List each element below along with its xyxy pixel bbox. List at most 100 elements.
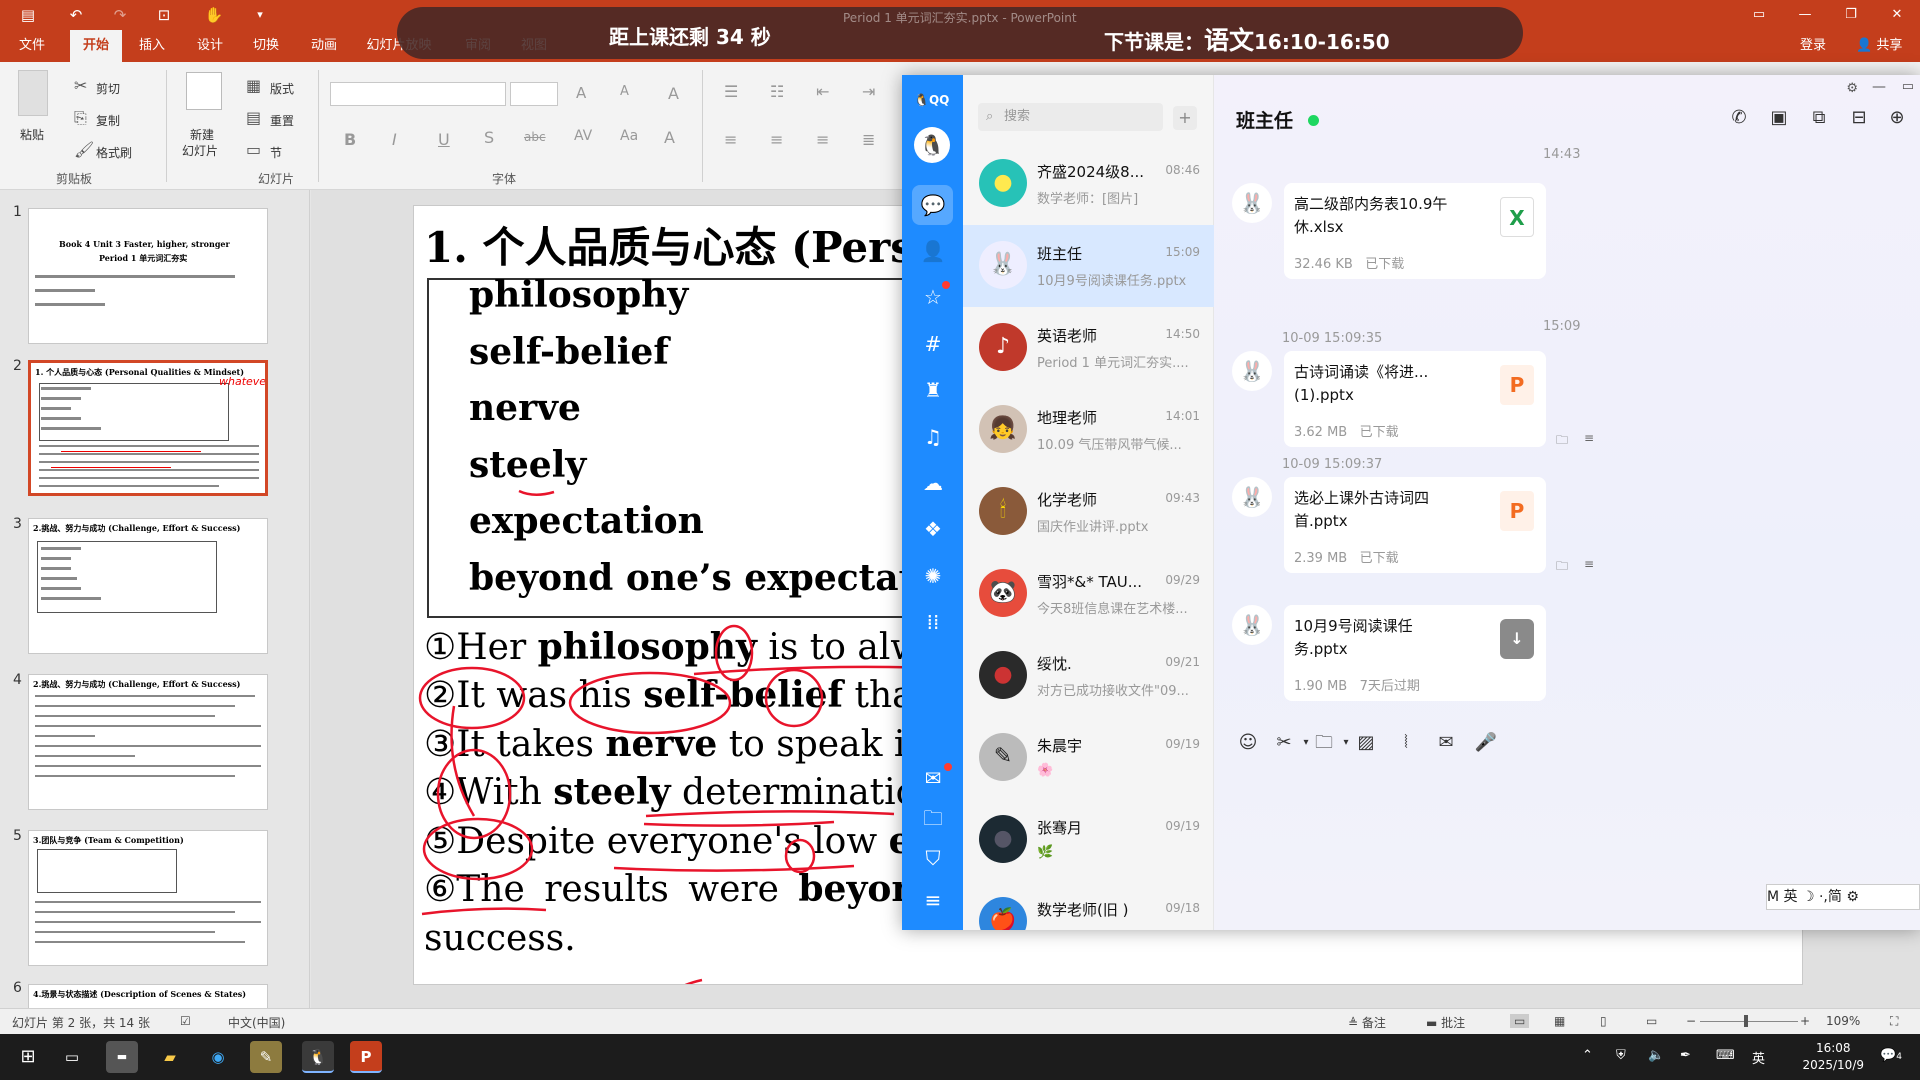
minimize-button[interactable]: — <box>1782 0 1828 30</box>
ribbon-display-icon[interactable]: ▭ <box>1736 0 1782 30</box>
slideshow-view-icon[interactable]: ▭ <box>1646 1014 1657 1028</box>
copy-button[interactable]: 复制 <box>96 112 120 129</box>
char-spacing-icon[interactable]: AV <box>574 128 592 144</box>
microphone-icon[interactable]: 🎤 <box>1474 731 1498 755</box>
sender-avatar[interactable]: 🐰 <box>1232 477 1272 517</box>
notification-icon[interactable]: 💬4 <box>1880 1048 1902 1063</box>
notes-button[interactable]: ≜ 备注 <box>1348 1014 1386 1031</box>
mail-icon[interactable]: ✉ <box>920 765 946 791</box>
font-size-box[interactable] <box>510 82 558 106</box>
add-member-icon[interactable]: ⊕ <box>1884 105 1910 131</box>
sender-avatar[interactable]: 🐰 <box>1232 351 1272 391</box>
download-icon[interactable]: ↓ <box>1500 619 1534 659</box>
conversation-item[interactable]: 🍎 数学老师(旧 ) 09/18 <box>963 881 1214 930</box>
open-folder-icon[interactable]: 🗀 <box>1556 557 1568 578</box>
shake-icon[interactable]: ⦚ <box>1394 731 1418 755</box>
powerpoint-taskbar-icon[interactable]: P <box>350 1041 382 1073</box>
close-button[interactable]: ✕ <box>1874 0 1920 30</box>
start-from-beginning-icon[interactable]: ⊡ <box>154 5 174 25</box>
change-case-icon[interactable]: Aa <box>620 128 638 144</box>
section-icon[interactable]: ▭ <box>246 140 261 159</box>
slide-thumbnail-1[interactable]: Book 4 Unit 3 Faster, higher, stronger P… <box>28 208 268 344</box>
pen-icon[interactable]: ✒ <box>1680 1048 1691 1063</box>
tab-animations[interactable]: 动画 <box>304 30 344 62</box>
draw-app-icon[interactable]: ✎ <box>250 1041 282 1073</box>
slide-sorter-icon[interactable]: ▦ <box>1554 1014 1565 1028</box>
security-icon[interactable]: ⛨ <box>1616 1048 1626 1063</box>
decrease-font-icon[interactable]: A <box>620 84 629 99</box>
file-message[interactable]: 古诗词诵读《将进...(1).pptx 3.62 MB 已下载 P <box>1284 351 1546 447</box>
file-explorer-icon[interactable]: ▰ <box>154 1041 186 1073</box>
reset-icon[interactable]: ▤ <box>246 108 261 127</box>
conversation-item[interactable]: ✎ 朱晨宇 09/19 🌸 <box>963 717 1214 799</box>
increase-indent-icon[interactable]: ⇥ <box>862 82 875 101</box>
zoom-out-button[interactable]: − <box>1686 1014 1696 1028</box>
touch-mode-icon[interactable]: ✋ <box>204 5 224 25</box>
voice-call-icon[interactable]: ✆ <box>1726 105 1752 131</box>
channels-icon[interactable]: # <box>920 331 946 357</box>
strikethrough-icon[interactable]: abc <box>524 130 546 144</box>
fit-slide-icon[interactable]: ⛶ <box>1890 1014 1898 1029</box>
cut-icon[interactable]: ✂ <box>74 76 87 95</box>
search-input[interactable]: ⌕ 搜索 <box>978 103 1163 131</box>
favorites-icon[interactable]: ☆ <box>920 284 946 310</box>
contacts-icon[interactable]: 👤 <box>920 238 946 264</box>
video-call-icon[interactable]: ▣ <box>1766 105 1792 131</box>
messages-icon[interactable]: 💬 <box>920 192 946 218</box>
zone-icon[interactable]: ✺ <box>920 563 946 589</box>
format-painter-icon[interactable]: 🖌 <box>74 140 94 159</box>
conversation-item[interactable]: ● 张骞月 09/19 🌿 <box>963 799 1214 881</box>
slide-thumbnail-6[interactable]: 4.场景与状态描述 (Description of Scenes & State… <box>28 984 268 1008</box>
sender-avatar[interactable]: 🐰 <box>1232 183 1272 223</box>
emoji-icon[interactable]: ☺ <box>1236 731 1260 755</box>
align-center-icon[interactable]: ≡ <box>770 130 783 149</box>
paste-label[interactable]: 粘贴 <box>20 126 44 143</box>
music-icon[interactable]: ♫ <box>920 424 946 450</box>
red-packet-icon[interactable]: ✉ <box>1434 731 1458 755</box>
numbering-icon[interactable]: ☷ <box>770 82 784 101</box>
restore-button[interactable]: ❐ <box>1828 0 1874 30</box>
file-message[interactable]: 10月9号阅读课任务.pptx 1.90 MB 7天后过期 ↓ <box>1284 605 1546 701</box>
layout-icon[interactable]: ▦ <box>246 76 261 95</box>
spell-check-icon[interactable]: ☑ <box>180 1014 191 1028</box>
reading-view-icon[interactable]: ▯ <box>1600 1014 1607 1028</box>
zoom-level[interactable]: 109% <box>1826 1014 1860 1028</box>
moments-icon[interactable]: ❖ <box>920 516 946 542</box>
conversation-item[interactable]: 🕯 化学老师 09:43 国庆作业讲评.pptx <box>963 471 1214 553</box>
italic-icon[interactable]: I <box>392 130 397 149</box>
conversation-item[interactable]: ● 绥忱. 09/21 对方已成功接收文件"09... <box>963 635 1214 717</box>
windows-start-icon[interactable]: ⊞ <box>12 1041 44 1073</box>
reset-button[interactable]: 重置 <box>270 112 294 129</box>
undo-icon[interactable]: ↶ <box>66 5 86 25</box>
volume-icon[interactable]: 🔈 <box>1648 1048 1664 1063</box>
settings-icon[interactable]: ⚙ <box>1846 81 1858 96</box>
share-button[interactable]: 👤 共享 <box>1856 30 1902 62</box>
bullets-icon[interactable]: ☰ <box>724 82 738 101</box>
justify-icon[interactable]: ≣ <box>862 130 875 149</box>
align-right-icon[interactable]: ≡ <box>816 130 829 149</box>
slide-thumbnail-5[interactable]: 3.团队与竞争 (Team & Competition) <box>28 830 268 966</box>
qq-taskbar-icon[interactable]: 🐧 <box>302 1041 334 1073</box>
screen-share-icon[interactable]: ⧉ <box>1806 105 1832 131</box>
zoom-in-button[interactable]: + <box>1800 1014 1810 1028</box>
tab-insert[interactable]: 插入 <box>132 30 172 62</box>
conversation-item[interactable]: 🐰 班主任 15:09 10月9号阅读课任务.pptx <box>963 225 1214 307</box>
qq-maximize-button[interactable]: ▭ <box>1902 79 1914 94</box>
new-slide-button-line2[interactable]: 幻灯片 <box>182 142 218 159</box>
ime-toolbar[interactable]: M 英 ☽ ·,简 ⚙ <box>1766 884 1920 910</box>
bookmark-icon[interactable]: ⛉ <box>920 845 946 871</box>
increase-font-icon[interactable]: A <box>576 84 586 102</box>
format-painter-button[interactable]: 格式刷 <box>96 144 132 161</box>
file-message[interactable]: 高二级部内务表10.9午休.xlsx 32.46 KB 已下载 X <box>1284 183 1546 279</box>
add-button[interactable]: + <box>1173 106 1197 130</box>
folder-icon[interactable]: 🗀 <box>920 805 946 831</box>
tab-design[interactable]: 设计 <box>190 30 230 62</box>
conversation-item[interactable]: 👧 地理老师 14:01 10.09 气压带风带气候... <box>963 389 1214 471</box>
conversation-item[interactable]: 🐼 雪羽*&* TAU... 09/29 今天8班信息课在艺术楼... <box>963 553 1214 635</box>
edge-browser-icon[interactable]: ◉ <box>202 1041 234 1073</box>
system-clock[interactable]: 16:08 2025/10/9 <box>1802 1040 1864 1074</box>
copy-icon[interactable]: ⎘ <box>74 108 87 128</box>
slide-thumbnail-2[interactable]: 1. 个人品质与心态 (Personal Qualities & Mindset… <box>28 360 268 496</box>
font-name-box[interactable] <box>330 82 506 106</box>
remote-assist-icon[interactable]: ⊟ <box>1846 105 1872 131</box>
